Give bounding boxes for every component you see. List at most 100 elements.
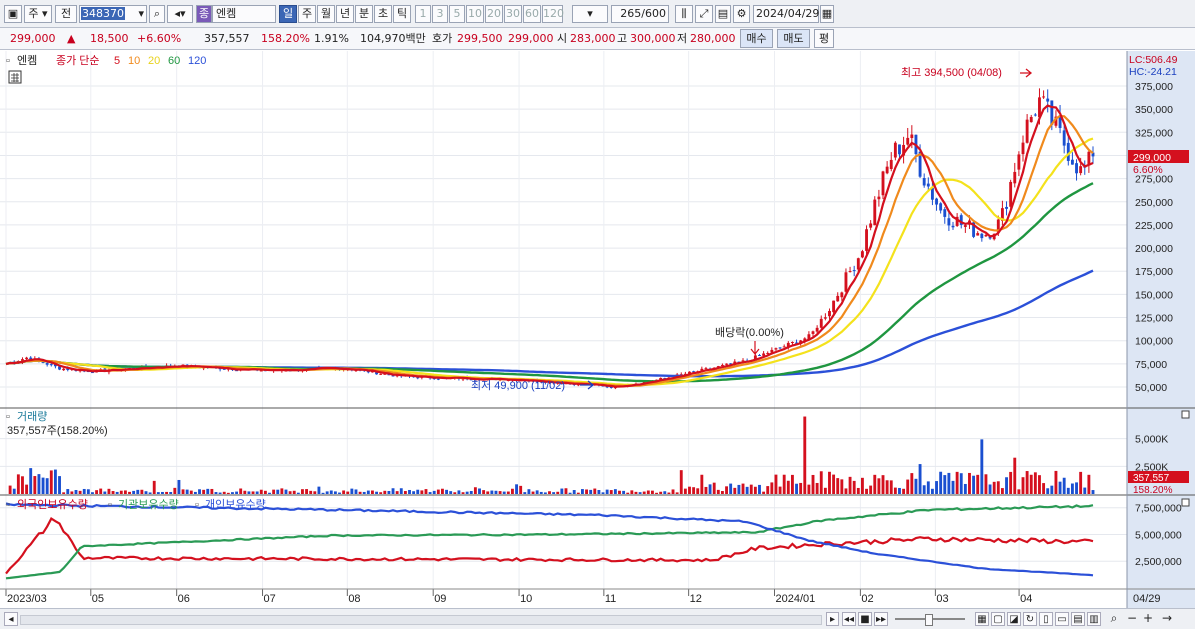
price-tick-label: 350,000 [1135,104,1173,116]
panel-marker-icon[interactable]: ▫ [6,55,10,67]
volume-bar [1075,482,1078,494]
search-icon[interactable]: ⌕ [149,5,165,23]
volume-bar [309,490,313,494]
volume-bar [202,489,206,494]
volume-bar [486,491,490,494]
rewind-icon[interactable]: ◂◂ [842,612,856,626]
layout-icon[interactable]: ▥ [1087,612,1101,626]
volume-bar [1070,483,1074,494]
table-icon[interactable]: ▤ [1071,612,1085,626]
panel-close-icon[interactable] [1181,498,1190,507]
count-field[interactable]: 265/600 [611,5,669,23]
scroll-track[interactable] [20,615,822,625]
svg-text:▫: ▫ [6,411,10,423]
volume-bar [725,486,728,494]
gear-icon[interactable]: ⚙ [733,5,750,23]
prev-button[interactable]: 전 [55,5,77,23]
interval-button-3[interactable]: 3 [432,5,448,23]
volume-bar [659,491,663,494]
volume-bar [152,480,156,494]
code-input[interactable]: 348370 ▾ [79,5,147,23]
volume-bar [1000,488,1004,494]
volume-bar [416,489,420,494]
volume-bar [675,492,679,494]
shape-icon[interactable]: ▭ [1055,612,1069,626]
interval-button-1[interactable]: 1 [415,5,431,23]
sell-button[interactable]: 매도 [777,29,810,48]
candle-body [1033,114,1037,116]
stock-chart[interactable]: 375,000350,000325,000300,000275,000250,0… [0,51,1195,608]
volume-bar [762,491,766,494]
pin-icon[interactable]: ▯ [1039,612,1053,626]
volume-bar [441,488,444,494]
period-button-1[interactable]: 주 [298,5,316,23]
stock-name-field[interactable]: 엔켐 [212,5,276,23]
buy-button[interactable]: 매수 [740,29,773,48]
history-icon[interactable]: ↻ [1023,612,1037,626]
period-button-3[interactable]: 년 [336,5,354,23]
expand-icon[interactable]: → [1160,612,1174,626]
candle-body [836,295,840,302]
candle-body [1013,171,1017,184]
volume-bar [650,490,654,494]
candle-icon[interactable]: ⫼ [675,5,693,23]
volume-bar [860,477,864,494]
scroll-left-icon[interactable]: ◂ [4,612,18,626]
volume-bar [737,484,741,494]
market-select[interactable]: 주 ▾ [24,5,52,23]
interval-button-60[interactable]: 60 [523,5,541,23]
volume-bar [16,474,20,494]
period-button-6[interactable]: 틱 [393,5,411,23]
magnify-icon[interactable]: ⌕ [1107,612,1121,626]
interval-button-120[interactable]: 120 [542,5,564,23]
volume-bar [74,490,78,494]
x-tick-label: 10 [520,593,532,605]
x-tick-label: 11 [605,593,616,605]
fit-icon[interactable]: ▢ [991,612,1005,626]
chevron-down-icon[interactable]: ▾ [138,6,144,22]
volume-bar [778,486,782,494]
restore-icon[interactable]: ◪ [1007,612,1021,626]
range-select[interactable]: ▾ [572,5,608,23]
zoom-slider-handle[interactable] [925,614,933,626]
volume-bar [539,491,543,494]
candle-body [1021,142,1025,155]
period-button-0[interactable]: 일 [279,5,297,23]
scroll-right-icon[interactable]: ▸ [826,612,839,626]
speaker-icon[interactable]: ◂▾ [167,5,193,23]
volume-bar [156,492,160,494]
volume-bar [626,492,630,494]
grid-icon[interactable]: ▦ [975,612,989,626]
candle-body [778,347,782,349]
save-icon[interactable]: ▤ [715,5,731,23]
interval-button-10[interactable]: 10 [466,5,484,23]
zoom-out-icon[interactable]: − [1125,612,1139,626]
volume-bar [597,490,601,494]
volume-bar [469,491,473,494]
name-type-badge[interactable]: 종 [196,5,212,23]
calendar-icon[interactable]: ▦ [820,5,834,23]
period-button-2[interactable]: 월 [317,5,335,23]
window-icon[interactable]: ▣ [4,5,22,23]
forward-icon[interactable]: ▸▸ [874,612,888,626]
eval-button[interactable]: 평 [814,29,834,48]
volume-bar [198,489,201,494]
panel-close-icon[interactable] [1181,410,1190,419]
price-change: 18,500 [90,32,129,45]
line-draw-icon[interactable]: ⤢ [695,5,713,23]
candle-body [1062,130,1066,146]
zoom-in-icon[interactable]: + [1141,612,1155,626]
interval-button-5[interactable]: 5 [449,5,465,23]
interval-button-30[interactable]: 30 [504,5,522,23]
interval-button-20[interactable]: 20 [485,5,503,23]
stop-icon[interactable]: ■ [858,612,872,626]
period-button-5[interactable]: 초 [374,5,392,23]
volume-bar [543,492,547,494]
date-field[interactable]: 2024/04/29 [753,5,819,23]
period-button-4[interactable]: 분 [355,5,373,23]
volume-bar [790,474,794,494]
price-tick-label: 225,000 [1135,220,1173,232]
volume-bar [576,492,580,494]
volume-bar [115,491,119,494]
volume-bar [774,474,778,494]
